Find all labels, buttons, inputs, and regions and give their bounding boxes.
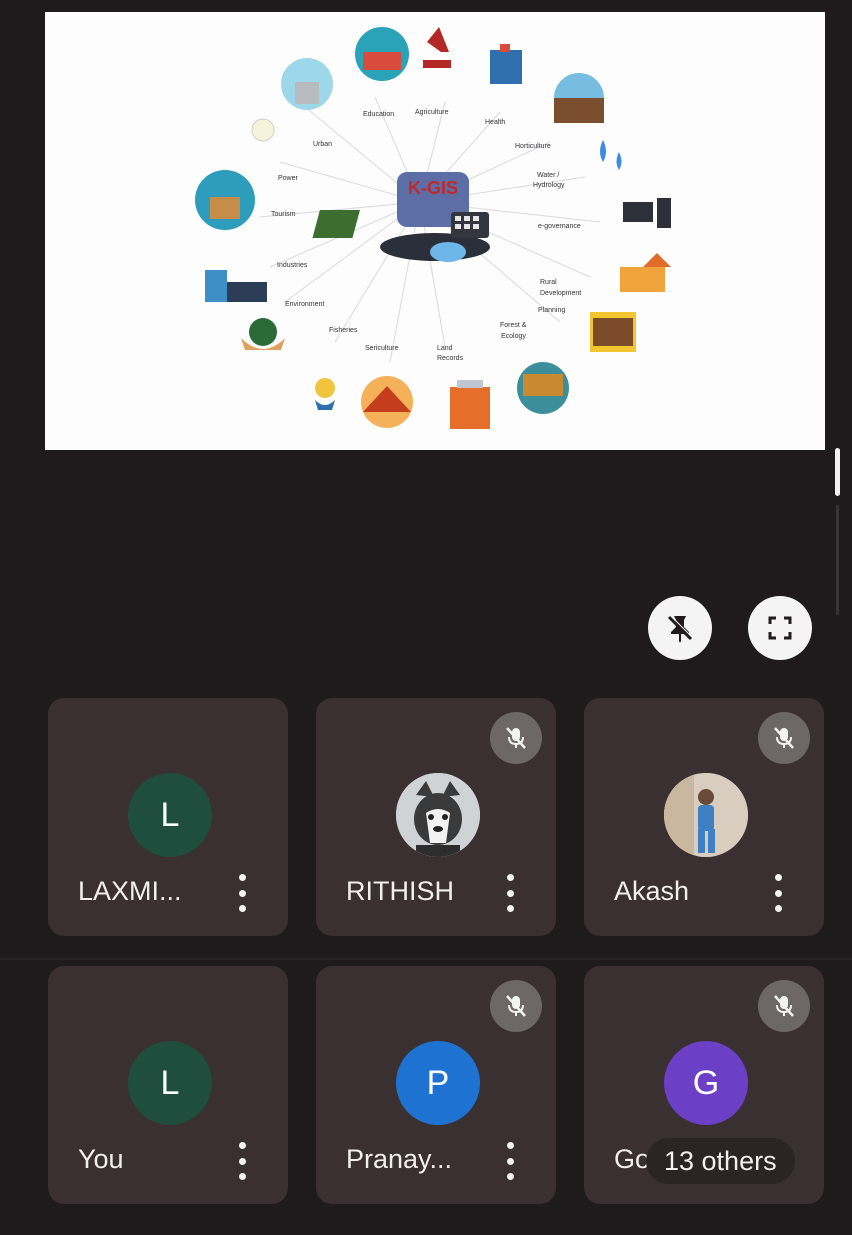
scrollbar-track[interactable] (836, 505, 839, 615)
svg-text:Fisheries: Fisheries (329, 327, 358, 334)
participant-tile[interactable]: RITHISH (316, 698, 556, 936)
meeting-stage: K-GIS Education Agriculture Health Horti… (0, 0, 852, 1235)
mic-off-icon (758, 712, 810, 764)
svg-text:Planning: Planning (538, 307, 565, 314)
participant-tile-self[interactable]: L You (48, 966, 288, 1204)
presentation-slide[interactable]: K-GIS Education Agriculture Health Horti… (45, 12, 825, 450)
husky-photo-icon (396, 773, 480, 857)
svg-text:Agriculture: Agriculture (415, 109, 449, 116)
fullscreen-icon (768, 616, 792, 640)
mic-off-icon (490, 712, 542, 764)
svg-text:Power: Power (278, 175, 299, 182)
more-options-icon[interactable] (234, 874, 250, 912)
svg-text:Environment: Environment (285, 301, 324, 308)
avatar: G (664, 1041, 748, 1125)
svg-text:Records: Records (437, 355, 464, 362)
svg-text:Health: Health (485, 119, 505, 126)
svg-text:Development: Development (540, 290, 581, 297)
scrollbar-thumb[interactable] (835, 448, 840, 496)
svg-text:Horticulture: Horticulture (515, 143, 551, 150)
svg-text:Water /: Water / (537, 172, 559, 179)
more-options-icon[interactable] (234, 1142, 250, 1180)
divider (0, 958, 852, 960)
svg-text:Hydrology: Hydrology (533, 182, 565, 189)
mic-off-icon (758, 980, 810, 1032)
fullscreen-button[interactable] (748, 596, 812, 660)
svg-text:Urban: Urban (313, 141, 332, 148)
more-options-icon[interactable] (502, 874, 518, 912)
avatar: L (128, 773, 212, 857)
unpin-button[interactable] (648, 596, 712, 660)
svg-text:e-governance: e-governance (538, 223, 581, 230)
svg-text:Land: Land (437, 345, 453, 352)
svg-text:Rural: Rural (540, 279, 557, 286)
more-options-icon[interactable] (770, 874, 786, 912)
avatar: L (128, 1041, 212, 1125)
participant-tile[interactable]: Akash (584, 698, 824, 936)
kgis-diagram: K-GIS Education Agriculture HealthHortic… (195, 27, 671, 429)
svg-text:Industries: Industries (277, 262, 308, 269)
more-options-icon[interactable] (502, 1142, 518, 1180)
unpin-icon (667, 615, 693, 643)
person-photo-icon (664, 773, 748, 857)
mic-off-icon (490, 980, 542, 1032)
svg-text:Ecology: Ecology (501, 333, 526, 340)
svg-text:Tourism: Tourism (271, 211, 296, 218)
svg-text:Sericulture: Sericulture (365, 345, 399, 352)
svg-text:Education: Education (363, 111, 394, 118)
participant-name: You (78, 1144, 124, 1174)
avatar: P (396, 1041, 480, 1125)
participant-tile[interactable]: P Pranay... (316, 966, 556, 1204)
participant-tile-others[interactable]: G Go 13 others (584, 966, 824, 1204)
participant-name: Akash (614, 876, 690, 906)
participant-name: RITHISH (346, 876, 454, 906)
avatar (664, 773, 748, 857)
participant-name: Pranay... (346, 1144, 453, 1174)
participant-tile[interactable]: L LAXMI... (48, 698, 288, 936)
participant-name: Go (614, 1144, 651, 1174)
avatar (396, 773, 480, 857)
others-count-chip[interactable]: 13 others (646, 1138, 795, 1184)
svg-text:Forest &: Forest & (500, 322, 527, 329)
participant-name: LAXMI... (78, 876, 182, 906)
slide-title: K-GIS (408, 178, 458, 198)
